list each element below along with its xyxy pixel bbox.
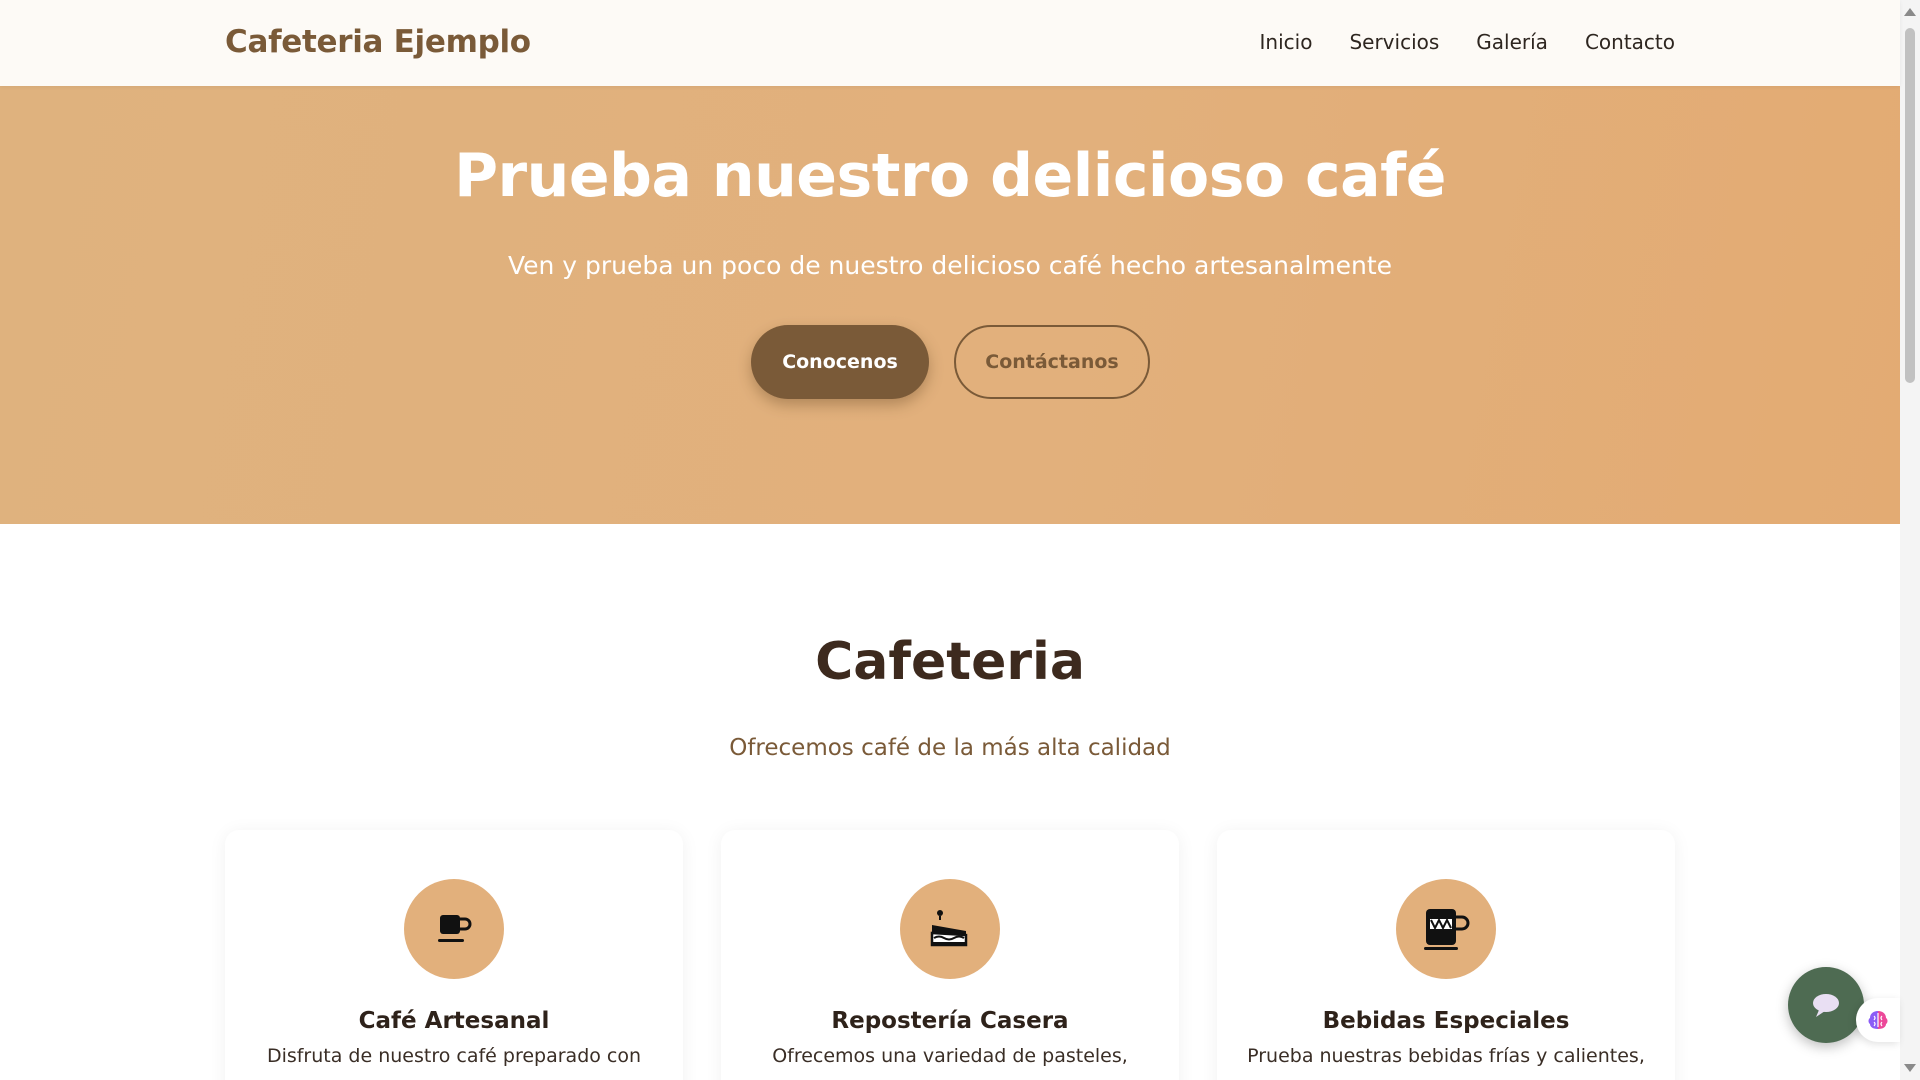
coffee-mug-icon xyxy=(404,879,504,979)
hero-section: Prueba nuestro delicioso café Ven y prue… xyxy=(0,86,1900,524)
page-scrollbar[interactable] xyxy=(1900,0,1920,1080)
conocenos-button[interactable]: Conocenos xyxy=(751,325,929,399)
nav-link-galeria[interactable]: Galería xyxy=(1476,30,1548,54)
card-title: Repostería Casera xyxy=(831,1008,1069,1034)
card-text: Disfruta de nuestro café preparado con xyxy=(266,1045,642,1067)
chat-bubble-icon xyxy=(1813,994,1839,1017)
brain-icon xyxy=(1868,1011,1888,1029)
hero-title: Prueba nuestro delicioso café xyxy=(454,141,1446,211)
hero-subtitle: Ven y prueba un poco de nuestro delicios… xyxy=(507,251,1393,280)
scroll-thumb[interactable] xyxy=(1905,28,1915,383)
site-header: Cafeteria Ejemplo Inicio Servicios Galer… xyxy=(0,0,1900,86)
patterned-mug-icon xyxy=(1396,879,1496,979)
service-card-reposteria: Repostería Casera Ofrecemos una variedad… xyxy=(721,830,1179,1080)
nav-link-contacto[interactable]: Contacto xyxy=(1585,30,1675,54)
card-title: Bebidas Especiales xyxy=(1322,1008,1570,1034)
service-card-cafe: Café Artesanal Disfruta de nuestro café … xyxy=(225,830,683,1080)
site-logo[interactable]: Cafeteria Ejemplo xyxy=(225,24,531,60)
card-text: Ofrecemos una variedad de pasteles, xyxy=(772,1045,1128,1067)
chat-button[interactable] xyxy=(1788,967,1864,1043)
scroll-up-arrow-icon[interactable] xyxy=(1904,8,1916,16)
contactanos-button[interactable]: Contáctanos xyxy=(954,325,1150,399)
section-title: Cafeteria xyxy=(815,632,1085,692)
nav-link-servicios[interactable]: Servicios xyxy=(1349,30,1439,54)
card-title: Café Artesanal xyxy=(358,1008,550,1034)
nav-link-inicio[interactable]: Inicio xyxy=(1260,30,1313,54)
cake-slice-icon xyxy=(900,879,1000,979)
section-subtitle: Ofrecemos café de la más alta calidad xyxy=(729,735,1171,761)
ai-assistant-button[interactable] xyxy=(1856,998,1900,1042)
service-card-bebidas: Bebidas Especiales Prueba nuestras bebid… xyxy=(1217,830,1675,1080)
scroll-down-arrow-icon[interactable] xyxy=(1904,1064,1916,1072)
card-text: Prueba nuestras bebidas frías y caliente… xyxy=(1247,1045,1645,1067)
main-nav: Inicio Servicios Galería Contacto xyxy=(1260,30,1675,54)
